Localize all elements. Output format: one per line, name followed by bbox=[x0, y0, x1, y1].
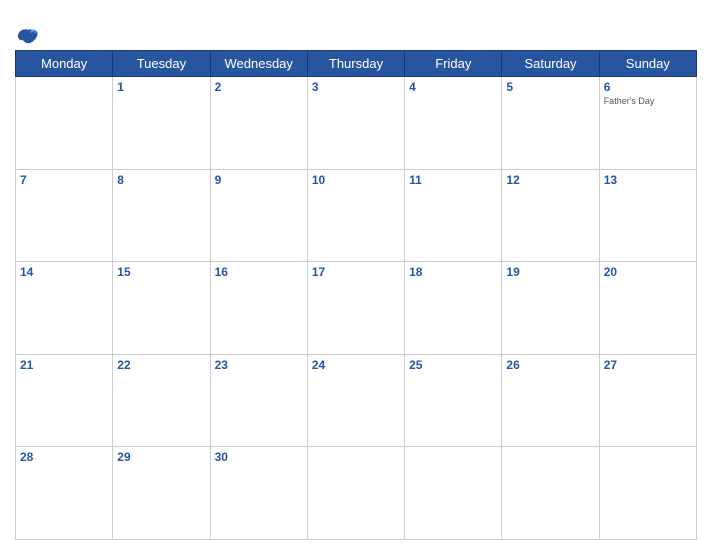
days-header-row: MondayTuesdayWednesdayThursdayFridaySatu… bbox=[16, 51, 697, 77]
day-number: 22 bbox=[117, 358, 205, 372]
calendar-header bbox=[15, 10, 697, 46]
day-number: 27 bbox=[604, 358, 692, 372]
day-cell: 11 bbox=[405, 169, 502, 262]
day-cell: 23 bbox=[210, 354, 307, 447]
day-number: 28 bbox=[20, 450, 108, 464]
week-row-4: 21 22 23 24 25 26 27 bbox=[16, 354, 697, 447]
day-number: 26 bbox=[506, 358, 594, 372]
day-cell: 9 bbox=[210, 169, 307, 262]
day-cell: 13 bbox=[599, 169, 696, 262]
day-number: 29 bbox=[117, 450, 205, 464]
day-cell bbox=[16, 77, 113, 170]
day-number: 25 bbox=[409, 358, 497, 372]
day-header-sunday: Sunday bbox=[599, 51, 696, 77]
day-number: 19 bbox=[506, 265, 594, 279]
day-number: 20 bbox=[604, 265, 692, 279]
day-cell: 1 bbox=[113, 77, 210, 170]
day-cell: 14 bbox=[16, 262, 113, 355]
day-header-wednesday: Wednesday bbox=[210, 51, 307, 77]
day-header-tuesday: Tuesday bbox=[113, 51, 210, 77]
day-number: 21 bbox=[20, 358, 108, 372]
day-cell: 29 bbox=[113, 447, 210, 540]
day-number: 4 bbox=[409, 80, 497, 94]
holiday-label: Father's Day bbox=[604, 96, 692, 107]
day-number: 5 bbox=[506, 80, 594, 94]
day-cell: 3 bbox=[307, 77, 404, 170]
day-number: 11 bbox=[409, 173, 497, 187]
bird-icon bbox=[17, 28, 39, 46]
day-header-saturday: Saturday bbox=[502, 51, 599, 77]
day-cell bbox=[502, 447, 599, 540]
day-header-thursday: Thursday bbox=[307, 51, 404, 77]
day-cell: 7 bbox=[16, 169, 113, 262]
day-number: 14 bbox=[20, 265, 108, 279]
day-number: 6 bbox=[604, 80, 692, 94]
day-header-monday: Monday bbox=[16, 51, 113, 77]
day-number: 13 bbox=[604, 173, 692, 187]
day-cell: 28 bbox=[16, 447, 113, 540]
day-number: 8 bbox=[117, 173, 205, 187]
day-cell: 4 bbox=[405, 77, 502, 170]
day-cell: 15 bbox=[113, 262, 210, 355]
day-number: 15 bbox=[117, 265, 205, 279]
day-cell: 6 Father's Day bbox=[599, 77, 696, 170]
day-cell: 17 bbox=[307, 262, 404, 355]
day-cell: 25 bbox=[405, 354, 502, 447]
day-number: 9 bbox=[215, 173, 303, 187]
calendar-table: MondayTuesdayWednesdayThursdayFridaySatu… bbox=[15, 50, 697, 540]
day-cell: 27 bbox=[599, 354, 696, 447]
day-number: 2 bbox=[215, 80, 303, 94]
day-cell: 10 bbox=[307, 169, 404, 262]
day-cell: 21 bbox=[16, 354, 113, 447]
week-row-3: 14 15 16 17 18 19 20 bbox=[16, 262, 697, 355]
day-cell: 16 bbox=[210, 262, 307, 355]
day-cell bbox=[307, 447, 404, 540]
day-number: 3 bbox=[312, 80, 400, 94]
day-number: 17 bbox=[312, 265, 400, 279]
day-cell: 19 bbox=[502, 262, 599, 355]
day-cell bbox=[599, 447, 696, 540]
day-cell: 18 bbox=[405, 262, 502, 355]
day-cell: 8 bbox=[113, 169, 210, 262]
day-number: 30 bbox=[215, 450, 303, 464]
day-cell: 30 bbox=[210, 447, 307, 540]
day-number: 10 bbox=[312, 173, 400, 187]
day-number: 18 bbox=[409, 265, 497, 279]
day-cell bbox=[405, 447, 502, 540]
day-number: 24 bbox=[312, 358, 400, 372]
logo-area bbox=[15, 10, 105, 46]
day-number: 1 bbox=[117, 80, 205, 94]
day-cell: 22 bbox=[113, 354, 210, 447]
week-row-5: 28 29 30 bbox=[16, 447, 697, 540]
day-number: 23 bbox=[215, 358, 303, 372]
day-cell: 26 bbox=[502, 354, 599, 447]
day-cell: 12 bbox=[502, 169, 599, 262]
day-number: 12 bbox=[506, 173, 594, 187]
day-header-friday: Friday bbox=[405, 51, 502, 77]
day-number: 16 bbox=[215, 265, 303, 279]
day-cell: 24 bbox=[307, 354, 404, 447]
day-number: 7 bbox=[20, 173, 108, 187]
day-cell: 5 bbox=[502, 77, 599, 170]
day-cell: 20 bbox=[599, 262, 696, 355]
week-row-2: 789 10 11 12 13 bbox=[16, 169, 697, 262]
day-cell: 2 bbox=[210, 77, 307, 170]
week-row-1: 123456 Father's Day bbox=[16, 77, 697, 170]
